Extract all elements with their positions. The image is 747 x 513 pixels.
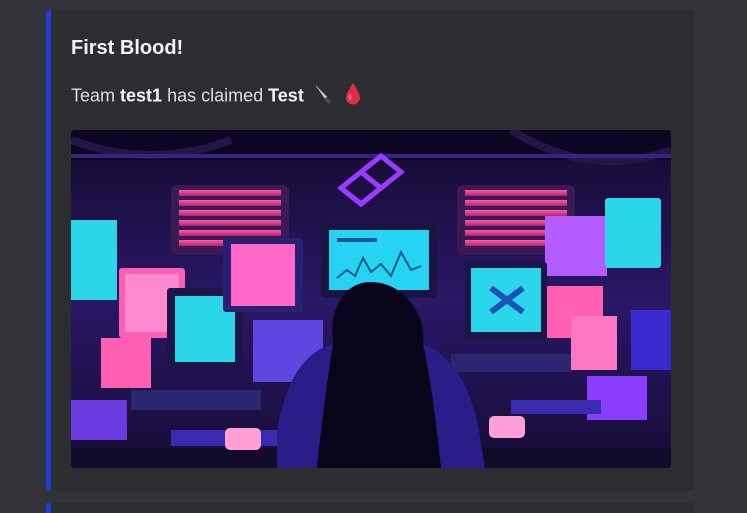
knife-icon (313, 83, 335, 110)
next-embed (46, 503, 694, 513)
first-blood-embed: First Blood! Team test1 has claimed Test (46, 10, 694, 491)
drop-of-blood-icon (344, 82, 362, 111)
team-name: test1 (120, 85, 163, 106)
embed-title: First Blood! (71, 37, 184, 59)
pixel-hacker-image (71, 130, 671, 468)
embed-description: Team test1 has claimed Test (71, 82, 362, 111)
challenge-name: Test (268, 85, 304, 106)
next-embed-accent-bar (46, 503, 51, 513)
desc-middle: has claimed (167, 85, 264, 106)
embed-image[interactable] (71, 130, 671, 468)
embed-accent-bar (46, 10, 51, 491)
desc-prefix: Team (71, 85, 116, 106)
